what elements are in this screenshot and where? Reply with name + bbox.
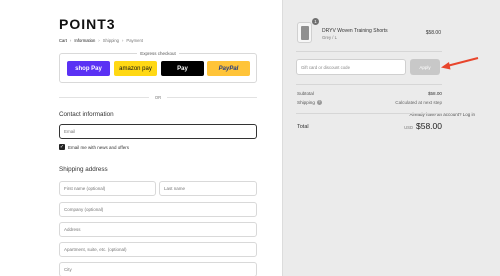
apartment-input[interactable]: Apartment, suite, etc. (optional)	[59, 242, 257, 257]
shipping-value: Calculated at next step	[395, 100, 442, 105]
summary-divider	[296, 113, 442, 114]
shop-pay-button[interactable]: shop Pay	[67, 61, 110, 76]
news-checkbox-label: Email me with news and offers	[68, 144, 129, 150]
breadcrumb-separator: ›	[98, 38, 100, 43]
discount-code-input[interactable]: Gift card or discount code	[296, 59, 406, 75]
total-label: Total	[297, 124, 309, 130]
amazon-pay-button[interactable]: amazon pay	[114, 61, 157, 76]
breadcrumb-payment: Payment	[126, 38, 143, 43]
shorts-image	[301, 26, 309, 40]
city-input[interactable]: City	[59, 262, 257, 276]
currency-code: USD	[404, 125, 413, 130]
product-variant: Grey / L	[322, 35, 337, 40]
breadcrumb-information: Information	[74, 38, 96, 43]
checkmark-icon[interactable]: ✓	[59, 144, 65, 150]
breadcrumb-cart[interactable]: Cart	[59, 38, 67, 43]
quantity-badge: 1	[312, 18, 319, 25]
total-amount: $58.00	[416, 121, 442, 131]
contact-information-title: Contact information	[59, 111, 114, 118]
summary-divider	[296, 51, 442, 52]
product-thumbnail	[297, 22, 312, 43]
last-name-input[interactable]: Last name	[159, 181, 257, 196]
shipping-address-title: Shipping address	[59, 166, 108, 173]
red-pointer-arrow-icon	[441, 57, 479, 70]
question-circle-icon[interactable]: ?	[316, 100, 322, 105]
product-price: $58.00	[425, 30, 441, 36]
apply-button[interactable]: Apply	[410, 59, 440, 75]
breadcrumb-shipping: Shipping	[102, 38, 119, 43]
brand-logo[interactable]: POINT3	[59, 16, 116, 32]
summary-divider	[296, 84, 442, 85]
address-input[interactable]: Address	[59, 222, 257, 237]
shipping-label: Shipping	[297, 100, 315, 105]
email-input[interactable]: Email	[59, 124, 257, 139]
express-checkout-label: Express checkout	[59, 51, 257, 56]
subtotal-value: $58.00	[427, 91, 442, 96]
total-value-group: USD $58.00	[404, 121, 442, 131]
or-divider: OR	[59, 95, 257, 100]
order-summary-panel	[282, 0, 500, 276]
apple-pay-button[interactable]: Pay	[161, 61, 204, 76]
breadcrumb: Cart › Information › Shipping › Payment	[59, 38, 143, 43]
breadcrumb-separator: ›	[122, 38, 124, 43]
first-name-input[interactable]: First name (optional)	[59, 181, 156, 196]
breadcrumb-separator: ›	[69, 38, 72, 43]
shipping-row: Shipping ?	[297, 100, 322, 105]
company-input[interactable]: Company (optional)	[59, 202, 257, 217]
subtotal-label: Subtotal	[297, 91, 314, 96]
product-name: DRYV Woven Training Shorts	[322, 28, 388, 34]
news-checkbox-row[interactable]: ✓ Email me with news and offers	[59, 144, 129, 150]
paypal-button[interactable]: PayPal	[207, 61, 250, 76]
